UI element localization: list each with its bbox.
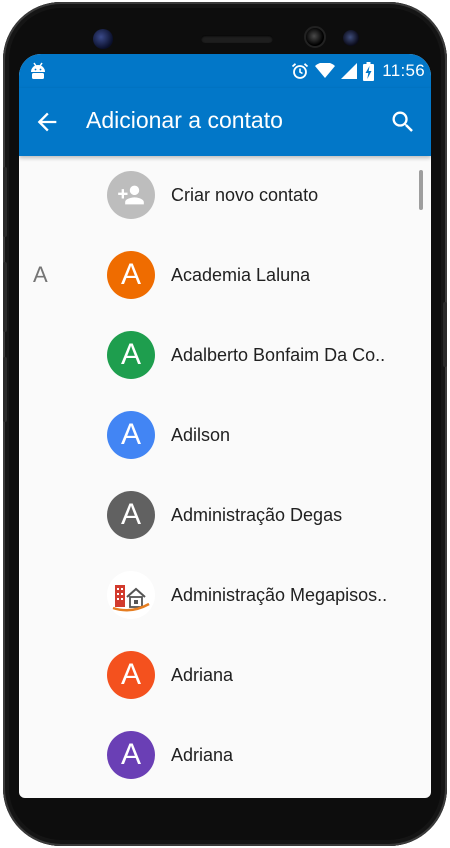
status-clock: 11:56: [382, 61, 425, 80]
scrollbar[interactable]: [419, 170, 423, 210]
contact-row[interactable]: Administração Megapisos..: [19, 556, 431, 636]
avatar: A: [107, 331, 155, 379]
contact-name: Criar novo contato: [171, 185, 319, 205]
contact-row[interactable]: A Adriana: [19, 636, 431, 716]
iris-sensor: [93, 29, 113, 49]
battery-charging-icon: [363, 61, 375, 81]
power-button: [443, 302, 447, 367]
contact-name: Administração Megapisos..: [171, 585, 388, 605]
app-bar: Adicionar a contato: [19, 88, 431, 156]
section-header-letter: A: [33, 262, 48, 287]
avatar: A: [107, 251, 155, 299]
assistant-button: [3, 357, 7, 422]
signal-icon: [341, 63, 358, 79]
volume-down-button: [3, 262, 7, 332]
volume-up-button: [3, 167, 7, 237]
avatar: A: [107, 651, 155, 699]
avatar: A: [107, 411, 155, 459]
avatar: A: [107, 491, 155, 539]
contact-name: Adriana: [171, 665, 234, 685]
add-person-icon: [107, 171, 155, 219]
page-title: Adicionar a contato: [86, 107, 283, 133]
screen: 11:56 Adicionar a contato Criar novo con…: [19, 54, 431, 798]
search-icon[interactable]: [389, 108, 417, 136]
contact-row[interactable]: A A Academia Laluna: [19, 236, 431, 316]
contact-name: Adilson: [171, 425, 231, 445]
add-person-glyph: [118, 185, 144, 205]
contact-row[interactable]: A Adriana: [19, 716, 431, 796]
contact-list[interactable]: Criar novo contato A A Academia Laluna A…: [19, 156, 431, 798]
wifi-icon: [315, 63, 336, 78]
contact-row[interactable]: A Administração Degas: [19, 476, 431, 556]
proximity-sensor: [343, 30, 359, 46]
android-icon: [31, 62, 45, 79]
contact-name: Adriana: [171, 745, 234, 765]
arrow-back-icon[interactable]: [33, 108, 61, 136]
earpiece-speaker: [201, 35, 273, 43]
create-contact-row[interactable]: Criar novo contato: [19, 156, 431, 236]
avatar: A: [107, 731, 155, 779]
contact-name: Administração Degas: [171, 505, 343, 525]
status-bar: 11:56: [19, 54, 431, 88]
contact-row[interactable]: A Adilson: [19, 396, 431, 476]
building-logo-icon: [107, 571, 155, 619]
contact-name: Adalberto Bonfaim Da Co..: [171, 345, 386, 365]
contact-row[interactable]: A Adalberto Bonfaim Da Co..: [19, 316, 431, 396]
front-camera: [304, 26, 326, 48]
contact-name: Academia Laluna: [171, 265, 311, 285]
alarm-icon: [292, 63, 309, 79]
building-logo-glyph: [112, 585, 150, 612]
